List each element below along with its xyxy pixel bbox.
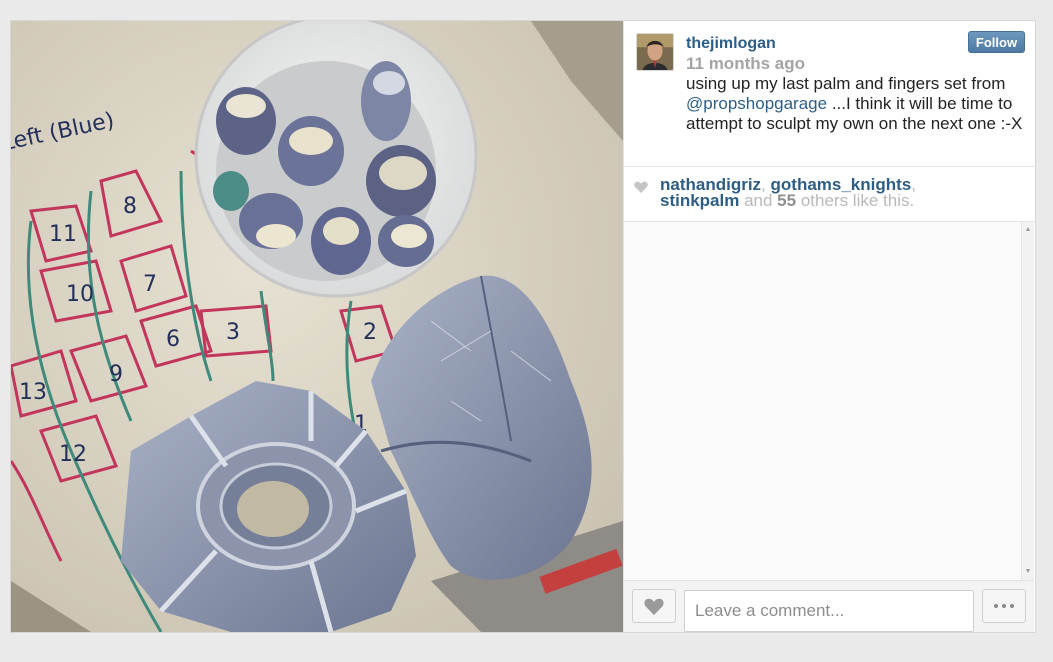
hw-13: 13	[19, 380, 47, 405]
more-options-button[interactable]	[982, 589, 1026, 623]
hw-6: 6	[166, 327, 180, 352]
post-card: Left (Blue) 11 10 8 7 6 3 2 9 13 12 1 th…	[10, 20, 1036, 633]
follow-button[interactable]: Follow	[968, 31, 1025, 53]
comments-scrollbar[interactable]: ▲ ▼	[1021, 222, 1034, 580]
hw-10: 10	[66, 282, 94, 307]
post-details-panel: thejimlogan 11 months ago Follow using u…	[623, 21, 1035, 632]
post-header: thejimlogan 11 months ago Follow using u…	[624, 21, 1035, 167]
like-button[interactable]	[632, 589, 676, 623]
ellipsis-icon	[1010, 604, 1014, 608]
scroll-up-arrow-icon[interactable]: ▲	[1024, 226, 1032, 234]
scroll-down-arrow-icon[interactable]: ▼	[1024, 568, 1032, 576]
ellipsis-icon	[994, 604, 998, 608]
caption-text: using up my last palm and fingers set fr…	[686, 74, 1006, 93]
likes-text: nathandigriz, gothams_knights, stinkpalm …	[660, 176, 1020, 210]
ellipsis-icon	[1002, 604, 1006, 608]
liker-link[interactable]: stinkpalm	[660, 191, 739, 210]
hw-7: 7	[143, 272, 157, 297]
hw-2: 2	[363, 320, 377, 345]
likes-and: and	[739, 191, 778, 210]
avatar[interactable]	[636, 33, 674, 71]
hw-9: 9	[109, 362, 123, 387]
hw-3: 3	[226, 320, 240, 345]
comment-input[interactable]	[684, 590, 974, 632]
heart-icon	[644, 598, 664, 615]
post-photo[interactable]: Left (Blue) 11 10 8 7 6 3 2 9 13 12 1	[11, 21, 623, 632]
caption-mention-link[interactable]: @propshopgarage	[686, 94, 827, 113]
post-caption: using up my last palm and fingers set fr…	[686, 74, 1026, 134]
comment-bar	[624, 580, 1034, 632]
username-link[interactable]: thejimlogan	[686, 35, 776, 53]
post-time: 11 months ago	[686, 54, 806, 73]
likes-count[interactable]: 55	[777, 191, 796, 210]
hw-11: 11	[49, 222, 77, 247]
likes-section: nathandigriz, gothams_knights, stinkpalm …	[624, 167, 1035, 222]
heart-icon	[634, 181, 648, 193]
hw-12: 12	[59, 442, 87, 467]
hw-8: 8	[123, 194, 137, 219]
likes-suffix: others like this.	[796, 191, 915, 210]
comments-area: ▲ ▼	[624, 222, 1034, 580]
